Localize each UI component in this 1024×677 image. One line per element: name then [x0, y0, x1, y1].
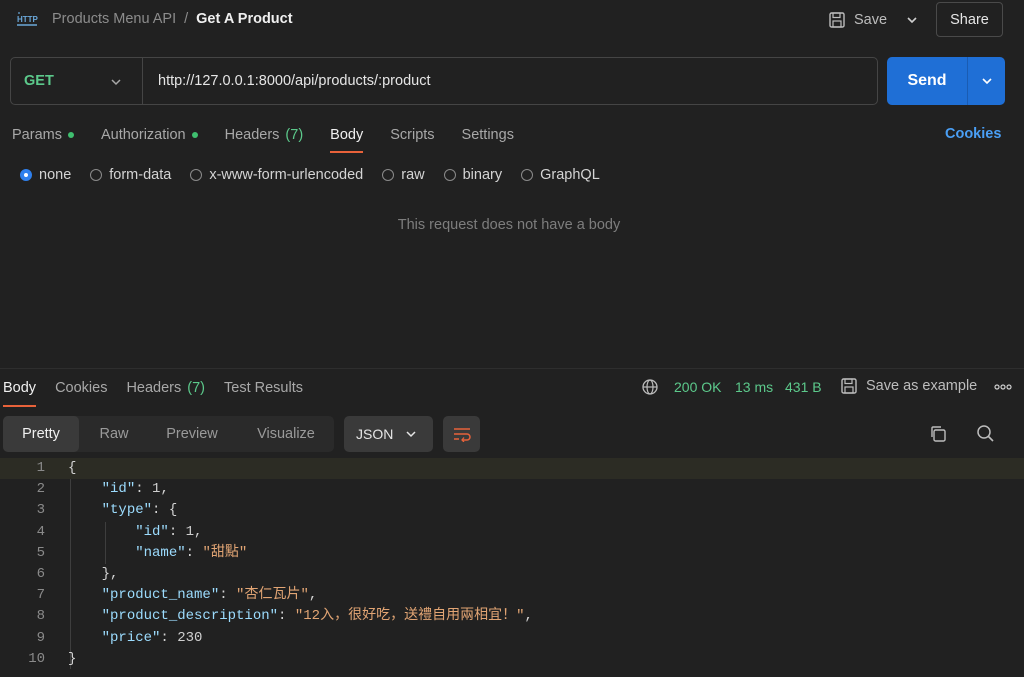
- breadcrumb: Products Menu API / Get A Product: [52, 11, 293, 27]
- response-tabs: Body Cookies Headers (7) Test Results: [3, 378, 322, 407]
- response-tab-headers[interactable]: Headers (7): [126, 378, 205, 398]
- radio-circle: [382, 169, 395, 181]
- save-icon: [829, 12, 845, 28]
- request-tabs: Params Authorization Headers (7) Body Scr…: [12, 125, 541, 153]
- response-time[interactable]: 13 ms: [735, 379, 773, 395]
- request-title[interactable]: Get A Product: [196, 11, 292, 27]
- no-body-message: This request does not have a body: [397, 217, 621, 233]
- code-line: 5 "name": "甜點": [36, 544, 248, 561]
- save-as-example-button[interactable]: Save as example: [840, 377, 977, 395]
- radio-graphql[interactable]: GraphQL: [521, 167, 600, 183]
- status-dot: [191, 132, 198, 138]
- breadcrumb-separator: /: [184, 11, 189, 27]
- body-type-radios: none form-data x-www-form-urlencoded raw…: [20, 167, 619, 183]
- chevron-down-icon[interactable]: [108, 74, 124, 90]
- chevron-down-icon: [907, 17, 917, 24]
- code-line: 6 },: [36, 565, 119, 582]
- save-icon: [841, 378, 857, 394]
- language-select[interactable]: JSON: [344, 416, 433, 452]
- radio-circle: [20, 169, 32, 181]
- response-tab-body[interactable]: Body: [3, 378, 37, 407]
- url-input[interactable]: [158, 70, 858, 92]
- chevron-down-icon: [406, 431, 416, 438]
- code-line: 9 "price": 230: [36, 629, 203, 646]
- svg-text:HTTP: HTTP: [17, 15, 38, 24]
- tab-headers[interactable]: Headers (7): [225, 125, 304, 145]
- radio-circle: [90, 169, 103, 181]
- format-preview[interactable]: Preview: [150, 416, 234, 452]
- code-line: 8 "product_description": "12入，很好吃，送禮自用兩相…: [36, 608, 533, 625]
- response-tab-cookies[interactable]: Cookies: [55, 378, 107, 398]
- more-icon[interactable]: [993, 380, 1013, 394]
- response-tab-test-results[interactable]: Test Results: [224, 378, 303, 398]
- chevron-down-icon: [981, 78, 992, 85]
- format-pretty[interactable]: Pretty: [3, 416, 79, 452]
- headers-count: (7): [187, 380, 205, 396]
- format-raw[interactable]: Raw: [82, 416, 146, 452]
- tab-settings[interactable]: Settings: [462, 125, 514, 145]
- radio-form-data[interactable]: form-data: [90, 167, 171, 183]
- radio-binary[interactable]: binary: [443, 167, 502, 183]
- radio-circle: [443, 169, 456, 181]
- code-line: 3 "type": {: [36, 502, 178, 519]
- save-label: Save: [854, 12, 888, 28]
- code-line: 7 "product_name": "杏仁瓦片",: [36, 587, 318, 604]
- cookies-link[interactable]: Cookies: [945, 126, 1001, 142]
- tab-scripts[interactable]: Scripts: [390, 125, 434, 145]
- copy-icon[interactable]: [929, 425, 947, 443]
- radio-circle: [521, 169, 534, 181]
- http-icon: HTTP: [17, 12, 38, 26]
- url-divider: [142, 58, 143, 104]
- tab-params[interactable]: Params: [12, 125, 74, 145]
- format-visualize[interactable]: Visualize: [240, 416, 332, 452]
- radio-raw[interactable]: raw: [382, 167, 425, 183]
- code-line: 1{: [0, 458, 1024, 480]
- save-dropdown-button[interactable]: [902, 10, 922, 30]
- method-select[interactable]: GET: [24, 73, 54, 89]
- pane-divider[interactable]: [0, 368, 1024, 369]
- response-code-viewer[interactable]: 1{ 2 "id": 1, 3 "type": { 4 "id": 1, 5 "…: [0, 458, 1024, 670]
- share-button[interactable]: Share: [936, 2, 1003, 37]
- radio-none[interactable]: none: [20, 167, 71, 183]
- radio-x-www-form-urlencoded[interactable]: x-www-form-urlencoded: [190, 167, 363, 183]
- search-icon[interactable]: [976, 424, 995, 443]
- response-size[interactable]: 431 B: [785, 379, 822, 395]
- breadcrumb-collection[interactable]: Products Menu API: [52, 11, 176, 27]
- wrap-icon: [453, 428, 471, 442]
- send-dropdown-button[interactable]: [967, 57, 1005, 105]
- save-button[interactable]: Save: [828, 8, 887, 32]
- status-dot: [67, 132, 74, 138]
- code-line: 2 "id": 1,: [36, 481, 169, 498]
- code-line: 4 "id": 1,: [36, 523, 203, 540]
- tab-body[interactable]: Body: [330, 125, 364, 153]
- status-badge[interactable]: 200 OK: [674, 379, 721, 395]
- tab-authorization[interactable]: Authorization: [101, 125, 198, 145]
- code-line: 10}: [28, 650, 77, 667]
- wrap-lines-button[interactable]: [443, 416, 480, 452]
- send-button[interactable]: Send: [887, 57, 967, 105]
- radio-circle: [190, 169, 203, 181]
- globe-icon[interactable]: [641, 378, 659, 396]
- headers-count: (7): [285, 127, 304, 143]
